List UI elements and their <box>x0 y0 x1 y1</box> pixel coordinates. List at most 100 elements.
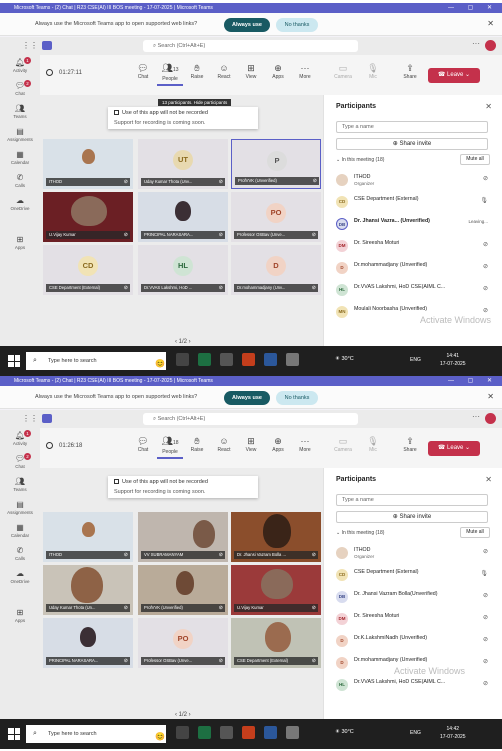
raise-hand-button[interactable]: ✋︎ Raise <box>184 435 210 453</box>
always-use-button[interactable]: Always use <box>224 391 270 405</box>
rail-item-assignments[interactable]: ▤ Assignments <box>0 497 40 520</box>
camera-button[interactable]: ▭ Camera <box>330 435 356 453</box>
windows-start-icon[interactable] <box>8 728 20 740</box>
app-launcher-icon[interactable]: ⋮⋮ <box>22 414 38 423</box>
taskbar-clock[interactable]: 14:41 17-07-2025 <box>440 352 466 368</box>
react-button[interactable]: ☺ React <box>211 435 237 453</box>
close-icon[interactable]: ✕ <box>487 392 494 401</box>
language-indicator[interactable]: ENG <box>410 357 421 363</box>
window-controls[interactable]: — ▢ ✕ <box>448 3 498 13</box>
camera-button[interactable]: ▭ Camera <box>330 62 356 80</box>
list-item[interactable]: CD CSE Department (External) 🎙︎ <box>332 193 498 211</box>
pager[interactable]: ‹ 1/2 › <box>175 712 191 718</box>
excel-icon[interactable] <box>198 726 211 739</box>
video-tile[interactable]: U.Vijay Kumar ⊘ <box>43 192 133 242</box>
share-invite-button[interactable]: ⊕ Share invite <box>336 138 488 150</box>
search-input[interactable]: ⌕ Search (Ctrl+Alt+E) <box>143 413 358 425</box>
chat-button[interactable]: 💬︎ Chat <box>130 62 156 80</box>
video-tile[interactable]: PO Professor OSBav (Unve... ⊘ <box>231 192 321 242</box>
taskbar-search-input[interactable]: ⌕ Type here to search 😊😊😊 <box>26 725 166 743</box>
weather-widget[interactable]: ☀ 30°C <box>335 356 354 362</box>
chevron-right-icon[interactable]: › <box>187 712 191 718</box>
share-invite-button[interactable]: ⊕ Share invite <box>336 511 488 523</box>
list-item[interactable]: HL Dr.VVAS Lakshmi, HoD CSE(AIML C... ⊘ <box>332 676 498 694</box>
powerpoint-icon[interactable] <box>242 726 255 739</box>
video-tile[interactable]: P ProfVVK (Unverified) ⊘ <box>231 139 321 189</box>
list-item[interactable]: DM Dr. Sireesha Moturi ⊘ <box>332 237 498 255</box>
video-tile[interactable]: PRINCIPAL NARASARA... ⊘ <box>43 618 133 668</box>
powerpoint-icon[interactable] <box>242 353 255 366</box>
list-item[interactable]: ITHOD Organizer ⊘ <box>332 171 498 189</box>
rail-item-calendar[interactable]: ▦ Calendar <box>0 147 40 170</box>
word-icon[interactable] <box>264 726 277 739</box>
video-tile[interactable]: VV SUBRAMANYAM ⊘ <box>138 512 228 562</box>
share-button[interactable]: ⇪ Share <box>397 62 423 80</box>
video-tile[interactable]: PO Professor OSBav (Unve... ⊘ <box>138 618 228 668</box>
more-options-icon[interactable]: ··· <box>472 412 480 421</box>
people-button[interactable]: 👥︎18 People <box>157 435 183 459</box>
weather-widget[interactable]: ☀ 30°C <box>335 729 354 735</box>
react-button[interactable]: ☺ React <box>211 62 237 80</box>
video-tile[interactable]: CD CSE Department (External) ⊘ <box>43 245 133 295</box>
rail-item-onedrive[interactable]: ☁ OneDrive <box>0 566 40 589</box>
video-tile[interactable]: HL Dr.VVAS Lakshmi, HoD ... ⊘ <box>138 245 228 295</box>
rail-item-assignments[interactable]: ▤ Assignments <box>0 124 40 147</box>
mic-button[interactable]: 🎙︎ Mic <box>360 62 386 80</box>
video-tile[interactable]: CSE Department (External) ⊘ <box>231 618 321 668</box>
chevron-right-icon[interactable]: › <box>187 339 191 345</box>
list-item[interactable]: DB Dr. Jhansi Vazram Bolla(Unverified) ⊘ <box>332 588 498 606</box>
video-tile[interactable]: ITHOD ⊘ <box>43 139 133 189</box>
rail-item-activity[interactable]: 🔔︎ 1 Activity <box>0 55 40 78</box>
rail-item-onedrive[interactable]: ☁ OneDrive <box>0 193 40 216</box>
video-tile[interactable]: D Dr.mohammadjany (Unv... ⊘ <box>231 245 321 295</box>
list-item[interactable]: DM Dr. Sireesha Moturi ⊘ <box>332 610 498 628</box>
app-icon[interactable] <box>286 353 299 366</box>
taskbar-clock[interactable]: 14:42 17-07-2025 <box>440 725 466 741</box>
rail-item-apps[interactable]: ⊞ Apps <box>0 605 40 628</box>
more-button[interactable]: ··· More <box>292 62 318 80</box>
rail-item-calendar[interactable]: ▦ Calendar <box>0 520 40 543</box>
list-item[interactable]: D Dr.mohammadjany (Unverified) ⊘ <box>332 259 498 277</box>
video-tile[interactable]: Uday Kumar Thota (Un... ⊘ <box>43 565 133 615</box>
settings-icon[interactable] <box>220 726 233 739</box>
list-item[interactable]: D Dr.K.LakshmiNadh (Unverified) ⊘ <box>332 632 498 650</box>
task-view-icon[interactable] <box>176 353 189 366</box>
rail-item-chat[interactable]: 💬︎ 2 Chat <box>0 451 40 474</box>
list-item[interactable]: ITHOD Organizer ⊘ <box>332 544 498 562</box>
close-icon[interactable]: ✕ <box>485 475 492 484</box>
leave-button[interactable]: ☎ Leave ⌄ <box>428 68 480 83</box>
video-tile[interactable]: PRINCIPAL NARASARA... ⊘ <box>138 192 228 242</box>
mic-button[interactable]: 🎙︎ Mic <box>360 435 386 453</box>
participant-search-input[interactable]: Type a name <box>336 494 488 506</box>
video-tile[interactable]: UT Uday Kumar Thota (Unv... ⊘ <box>138 139 228 189</box>
settings-icon[interactable] <box>220 353 233 366</box>
windows-start-icon[interactable] <box>8 355 20 367</box>
rail-item-calls[interactable]: ✆ Calls <box>0 543 40 566</box>
excel-icon[interactable] <box>198 353 211 366</box>
language-indicator[interactable]: ENG <box>410 730 421 736</box>
avatar[interactable] <box>485 40 496 51</box>
list-item[interactable]: HL Dr.VVAS Lakshmi, HoD CSE(AIML C... ⊘ <box>332 281 498 299</box>
list-item[interactable]: CD CSE Department (External) 🎙︎ <box>332 566 498 584</box>
more-options-icon[interactable]: ··· <box>472 39 480 48</box>
mute-all-button[interactable]: Mute all <box>460 527 490 538</box>
video-tile[interactable]: ProfVVK (Unverified) ⊘ <box>138 565 228 615</box>
participant-search-input[interactable]: Type a name <box>336 121 488 133</box>
no-thanks-button[interactable]: No thanks <box>276 18 318 32</box>
taskbar-search-input[interactable]: ⌕ Type here to search 😊😊😊 <box>26 352 166 370</box>
apps-button[interactable]: ⊕ Apps <box>265 62 291 80</box>
rail-item-teams[interactable]: 👥︎ Teams <box>0 101 40 124</box>
rail-item-calls[interactable]: ✆ Calls <box>0 170 40 193</box>
video-tile[interactable]: Dr. Jhansi Vazram Bolla ... ⊘ <box>231 512 321 562</box>
share-button[interactable]: ⇪ Share <box>397 435 423 453</box>
video-tile[interactable]: ITHOD ⊘ <box>43 512 133 562</box>
rail-item-activity[interactable]: 🔔︎ 1 Activity <box>0 428 40 451</box>
raise-hand-button[interactable]: ✋︎ Raise <box>184 62 210 80</box>
video-tile[interactable]: U.Vijay Kumar ⊘ <box>231 565 321 615</box>
avatar[interactable] <box>485 413 496 424</box>
rail-item-chat[interactable]: 💬︎ 2 Chat <box>0 78 40 101</box>
search-input[interactable]: ⌕ Search (Ctrl+Alt+E) <box>143 40 358 52</box>
leave-button[interactable]: ☎ Leave ⌄ <box>428 441 480 456</box>
section-header[interactable]: ⌄ In this meeting (18) <box>336 530 384 536</box>
task-view-icon[interactable] <box>176 726 189 739</box>
